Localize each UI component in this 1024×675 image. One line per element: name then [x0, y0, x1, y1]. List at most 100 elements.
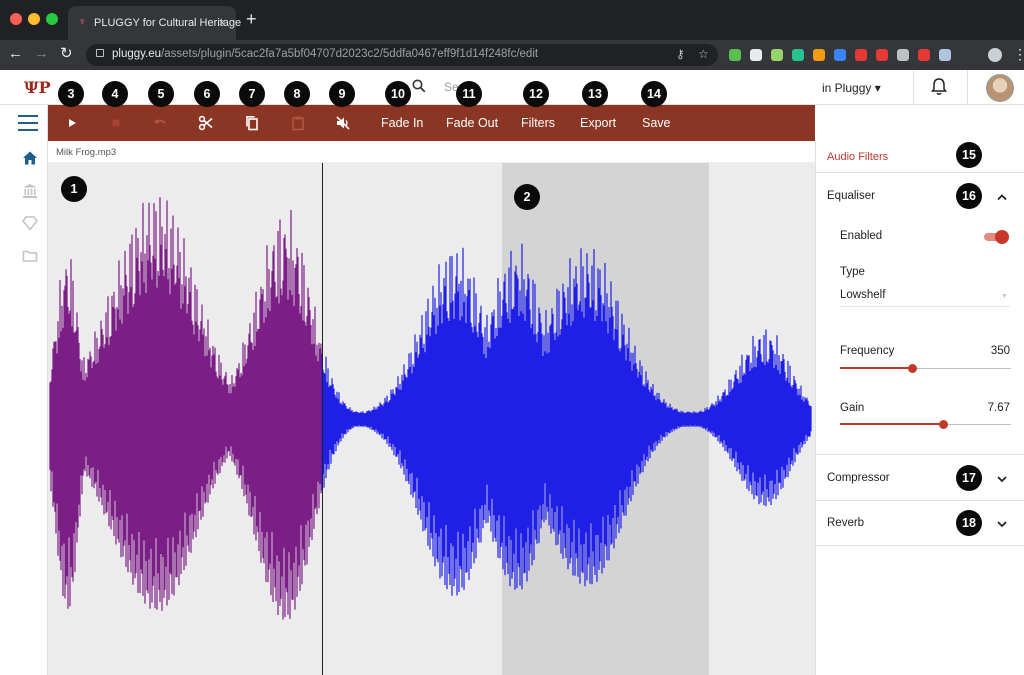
- audio-filters-title: Audio Filters: [827, 151, 889, 163]
- browser-tab-strip: ♆ PLUGGY for Cultural Heritage × +: [0, 0, 1024, 40]
- waveform: [49, 197, 812, 620]
- diamond-icon[interactable]: [22, 215, 38, 231]
- user-avatar[interactable]: [986, 74, 1014, 102]
- save-button[interactable]: Save: [642, 116, 671, 130]
- bookmark-star-icon[interactable]: ☆: [698, 47, 709, 61]
- panel-divider: [816, 500, 1024, 501]
- file-bar: Milk Frog.mp3: [48, 141, 815, 163]
- folder-icon[interactable]: [22, 248, 38, 264]
- audio-editor-toolbar: Fade In Fade Out Filters Export Save: [48, 105, 815, 141]
- waveform-played-portion: [49, 197, 322, 620]
- annotation-marker: 3: [58, 81, 84, 107]
- new-tab-button[interactable]: +: [246, 10, 257, 28]
- annotation-marker: 17: [956, 465, 982, 491]
- play-icon[interactable]: [64, 115, 80, 131]
- export-button[interactable]: Export: [580, 116, 616, 130]
- lock-icon: [96, 49, 104, 57]
- frequency-value: 350: [990, 345, 1010, 357]
- annotation-marker: 13: [582, 81, 608, 107]
- equaliser-header[interactable]: Equaliser: [827, 190, 875, 202]
- panel-divider: [816, 454, 1024, 455]
- type-select[interactable]: Lowshelf: [840, 289, 885, 301]
- annotation-marker: 16: [956, 183, 982, 209]
- header-divider: [913, 70, 914, 105]
- type-select-underline: [840, 306, 1010, 307]
- file-name: Milk Frog.mp3: [56, 147, 117, 158]
- audio-filters-panel: Audio Filters Equaliser Enabled Type Low…: [815, 141, 1024, 675]
- chrome-menu-icon[interactable]: ⋮: [1013, 46, 1024, 63]
- key-icon[interactable]: ⚷: [676, 47, 685, 61]
- waveform-unplayed-portion: [321, 243, 812, 596]
- filters-button[interactable]: Filters: [521, 116, 555, 130]
- gain-label: Gain: [840, 402, 865, 414]
- bell-icon[interactable]: [930, 77, 948, 97]
- annotation-marker: 10: [385, 81, 411, 107]
- frequency-slider[interactable]: [840, 364, 1011, 374]
- enabled-label: Enabled: [840, 230, 883, 242]
- browser-tab[interactable]: ♆ PLUGGY for Cultural Heritage ×: [68, 6, 241, 40]
- browser-extension-icon[interactable]: [918, 49, 930, 61]
- mute-icon[interactable]: [335, 115, 351, 131]
- browser-extension-icon[interactable]: [729, 49, 741, 61]
- browser-extension-icon[interactable]: [771, 49, 783, 61]
- chevron-up-icon[interactable]: [996, 193, 1008, 201]
- fade-out-button[interactable]: Fade Out: [446, 116, 498, 130]
- annotation-marker: 18: [956, 510, 982, 536]
- type-label: Type: [840, 266, 865, 278]
- close-window-button[interactable]: [10, 13, 22, 25]
- fade-in-button[interactable]: Fade In: [381, 116, 423, 130]
- browser-extension-icon[interactable]: [834, 49, 846, 61]
- annotation-marker: 1: [61, 176, 87, 202]
- annotation-marker: 8: [284, 81, 310, 107]
- panel-divider: [816, 545, 1024, 546]
- gain-value: 7.67: [987, 402, 1010, 414]
- paste-clipboard-icon[interactable]: [290, 115, 306, 131]
- chevron-down-icon[interactable]: [996, 520, 1008, 528]
- search-icon[interactable]: [412, 79, 426, 93]
- minimize-window-button[interactable]: [28, 13, 40, 25]
- chevron-down-icon[interactable]: [996, 475, 1008, 483]
- copy-icon[interactable]: [244, 115, 260, 131]
- maximize-window-button[interactable]: [46, 13, 58, 25]
- tab-close-icon[interactable]: ×: [218, 15, 226, 30]
- url-text: pluggy.eu/assets/plugin/5cac2fa7a5bf0470…: [112, 48, 539, 60]
- compressor-header[interactable]: Compressor: [827, 472, 890, 484]
- panel-divider: [816, 172, 1024, 173]
- back-arrow-icon[interactable]: ←: [8, 46, 23, 62]
- annotation-marker: 6: [194, 81, 220, 107]
- museum-icon[interactable]: [22, 183, 38, 199]
- gain-slider[interactable]: [840, 420, 1011, 430]
- waveform-canvas[interactable]: [48, 163, 815, 675]
- playhead-cursor[interactable]: [322, 163, 323, 675]
- annotation-marker: 15: [956, 142, 982, 168]
- reload-icon[interactable]: ↻: [60, 46, 73, 62]
- stop-icon[interactable]: [108, 115, 124, 131]
- browser-extension-icon[interactable]: [855, 49, 867, 61]
- browser-extension-icon[interactable]: [939, 49, 951, 61]
- home-icon[interactable]: [22, 150, 38, 166]
- annotation-marker: 5: [148, 81, 174, 107]
- header-divider: [967, 70, 968, 105]
- equaliser-enabled-toggle[interactable]: [984, 230, 1009, 244]
- pluggy-logo[interactable]: ΨP: [24, 78, 51, 98]
- reverb-header[interactable]: Reverb: [827, 517, 864, 529]
- cut-scissors-icon[interactable]: [198, 115, 214, 131]
- dropdown-caret-icon: ▼: [1001, 293, 1008, 300]
- browser-extension-icon[interactable]: [792, 49, 804, 61]
- undo-icon[interactable]: [152, 115, 168, 131]
- chrome-profile-icon[interactable]: [988, 48, 1002, 62]
- browser-extension-icon[interactable]: [750, 49, 762, 61]
- annotation-marker: 9: [329, 81, 355, 107]
- annotation-marker: 4: [102, 81, 128, 107]
- browser-extension-icon[interactable]: [813, 49, 825, 61]
- address-bar[interactable]: pluggy.eu/assets/plugin/5cac2fa7a5bf0470…: [86, 44, 718, 66]
- left-sidebar: [0, 105, 48, 675]
- annotation-marker: 7: [239, 81, 265, 107]
- language-dropdown[interactable]: in Pluggy ▾: [822, 81, 881, 95]
- hamburger-menu-icon[interactable]: [18, 115, 38, 131]
- forward-arrow-icon[interactable]: →: [34, 46, 49, 62]
- browser-extension-icon[interactable]: [897, 49, 909, 61]
- pluggy-favicon-icon: ♆: [78, 16, 87, 28]
- annotation-marker: 14: [641, 81, 667, 107]
- browser-extension-icon[interactable]: [876, 49, 888, 61]
